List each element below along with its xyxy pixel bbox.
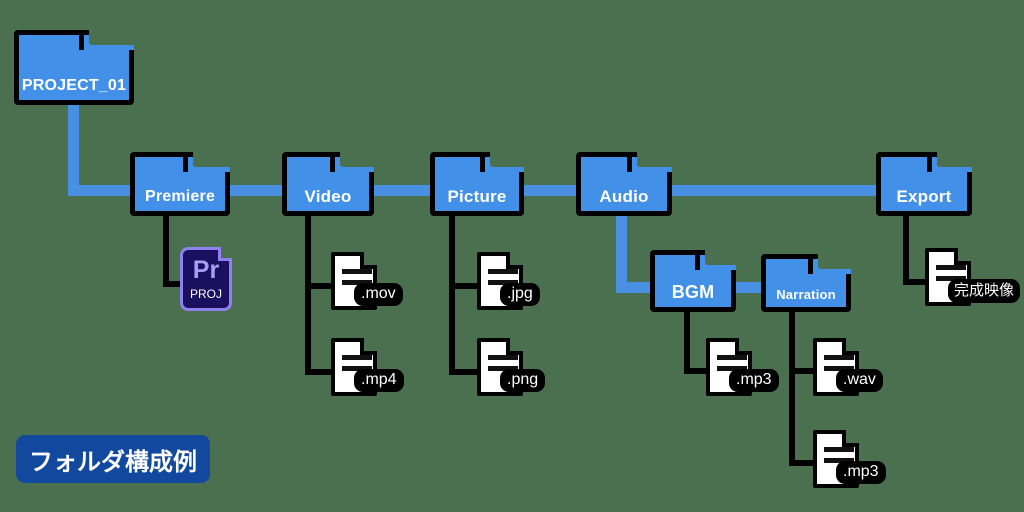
diagram-caption: フォルダ構成例 [16, 435, 210, 483]
folder-label-premiere: Premiere [144, 188, 216, 205]
text-line-icon [936, 265, 966, 270]
file-extension-badge: .jpg [500, 283, 540, 306]
file-extension-badge: .wav [836, 369, 883, 392]
text-line-icon [824, 447, 854, 452]
file-name-badge: 完成映像 [948, 279, 1021, 303]
file-premiere-project[interactable]: Pr PROJ [180, 247, 232, 311]
folder-label-video: Video [304, 187, 352, 206]
connector-audio-bgm-vertical [616, 215, 627, 287]
diagram-caption-text: フォルダ構成例 [29, 448, 197, 476]
text-line-icon [824, 355, 854, 360]
page-fold-icon [506, 252, 523, 269]
premiere-type-label: PROJ [189, 287, 222, 301]
folder-narration[interactable]: Narration [761, 254, 851, 312]
connector-audio-export [672, 185, 878, 196]
folder-label-project-01: PROJECT_01 [21, 77, 127, 94]
text-line-icon [342, 355, 372, 360]
page-fold-icon [506, 338, 523, 355]
folder-audio[interactable]: Audio [576, 152, 672, 216]
folder-label-narration: Narration [776, 287, 836, 302]
connector-bgm-trunk [684, 312, 690, 374]
page-fold-icon [954, 248, 971, 265]
page-fold-icon [360, 252, 377, 269]
connector-video-trunk [305, 215, 311, 375]
folder-label-bgm: BGM [671, 282, 715, 302]
text-line-icon [488, 269, 518, 274]
connector-picture-trunk [449, 215, 455, 375]
text-line-icon [342, 269, 372, 274]
text-line-icon [717, 355, 747, 360]
folder-bgm[interactable]: BGM [650, 250, 736, 312]
folder-export[interactable]: Export [876, 152, 972, 216]
folder-video[interactable]: Video [282, 152, 374, 216]
file-extension-badge: .mov [354, 283, 403, 306]
connector-premiere-video [228, 185, 284, 196]
page-fold-icon [360, 338, 377, 355]
connector-premiere-file-vertical [163, 215, 169, 287]
connector-root-horizontal [68, 185, 132, 196]
premiere-app-label: Pr [192, 256, 220, 284]
folder-label-audio: Audio [599, 187, 649, 206]
file-extension-badge: .mp3 [729, 369, 779, 392]
folder-project-01[interactable]: PROJECT_01 [14, 30, 134, 105]
folder-structure-diagram: PROJECT_01 Premiere Video Picture Audio … [0, 0, 1024, 512]
connector-root-vertical [68, 100, 79, 190]
file-extension-badge: .mp3 [836, 461, 886, 484]
folder-premiere[interactable]: Premiere [130, 152, 230, 216]
page-fold-icon [842, 338, 859, 355]
page-fold-icon [735, 338, 752, 355]
folder-label-export: Export [896, 187, 952, 206]
page-fold-icon [842, 430, 859, 447]
file-extension-badge: .mp4 [354, 369, 404, 392]
folder-label-picture: Picture [447, 187, 507, 206]
connector-video-picture [374, 185, 432, 196]
folder-picture[interactable]: Picture [430, 152, 524, 216]
text-line-icon [488, 355, 518, 360]
file-extension-badge: .png [500, 369, 546, 392]
connector-picture-audio [522, 185, 576, 196]
connector-narration-trunk [789, 312, 795, 466]
connector-export-trunk [903, 215, 909, 285]
